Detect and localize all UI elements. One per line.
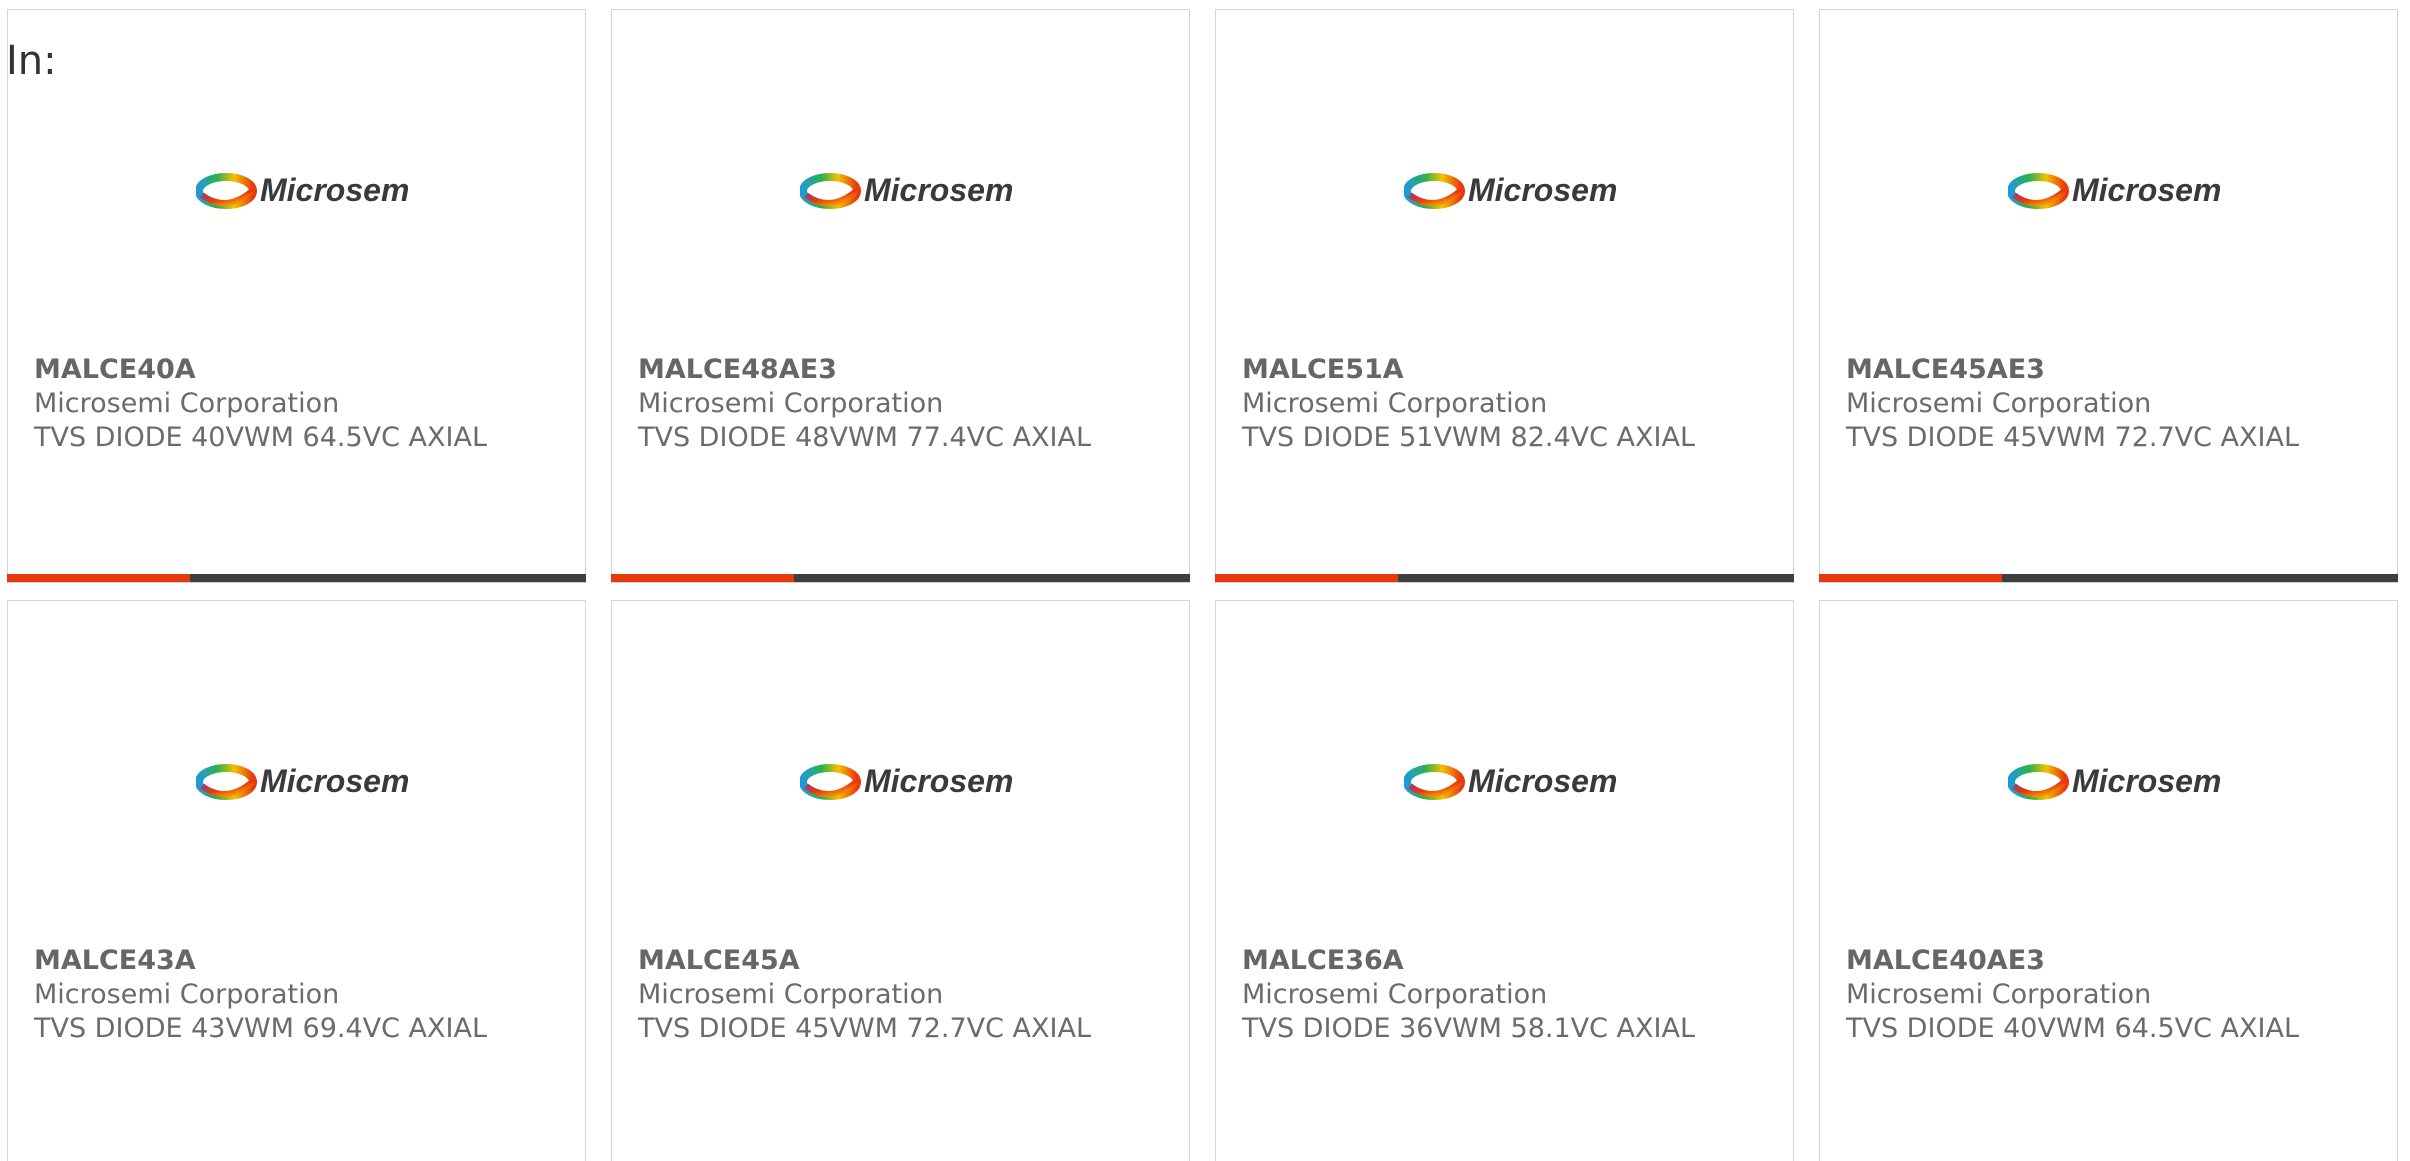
card-bottom-bar	[7, 574, 586, 582]
manufacturer-name: Microsemi Corporation	[638, 388, 944, 419]
microsemi-logo: Microsemi	[2008, 763, 2220, 800]
product-info: MALCE51A Microsemi Corporation TVS DIODE 5…	[1242, 353, 1783, 455]
svg-text:Microsemi: Microsemi	[260, 763, 408, 799]
product-card[interactable]: Microsemi MALCE40A Microsemi Corporation TV…	[7, 9, 586, 583]
product-card[interactable]: Microsemi MALCE43A Microsemi Corporation TV…	[7, 600, 586, 1161]
part-number[interactable]: MALCE51A	[1242, 353, 1783, 387]
svg-text:Microsemi: Microsemi	[1468, 763, 1616, 799]
product-card[interactable]: Microsemi MALCE51A Microsemi Corporation TV…	[1215, 9, 1794, 583]
svg-text:Microsemi: Microsemi	[864, 763, 1012, 799]
manufacturer-name: Microsemi Corporation	[34, 979, 340, 1010]
part-number[interactable]: MALCE40AE3	[1846, 944, 2387, 978]
manufacturer-name: Microsemi Corporation	[1846, 979, 2152, 1010]
svg-text:Microsemi: Microsemi	[2072, 763, 2220, 799]
microsemi-logo: Microsemi	[2008, 172, 2220, 209]
microsemi-logo: Microsemi	[800, 763, 1012, 800]
card-accent-bar	[611, 574, 794, 582]
product-card[interactable]: Microsemi MALCE45AE3 Microsemi Corporation…	[1819, 9, 2398, 583]
svg-text:Microsemi: Microsemi	[260, 172, 408, 208]
microsemi-logo: Microsemi	[196, 763, 408, 800]
product-info: MALCE40A Microsemi Corporation TVS DIODE 4…	[34, 353, 575, 455]
product-info: MALCE48AE3 Microsemi Corporation TVS DIODE…	[638, 353, 1179, 455]
product-description: TVS DIODE 40VWM 64.5VC AXIAL	[34, 422, 487, 453]
card-bottom-bar	[611, 574, 1190, 582]
manufacturer-name: Microsemi Corporation	[34, 388, 340, 419]
part-number[interactable]: MALCE43A	[34, 944, 575, 978]
microsemi-logo: Microsemi	[196, 172, 408, 209]
part-number[interactable]: MALCE45A	[638, 944, 1179, 978]
card-accent-bar	[1819, 574, 2002, 582]
svg-text:Microsemi: Microsemi	[1468, 172, 1616, 208]
product-grid: Microsemi MALCE40A Microsemi Corporation TV…	[7, 9, 2398, 1161]
microsemi-logo: Microsemi	[800, 172, 1012, 209]
product-info: MALCE36A Microsemi Corporation TVS DIODE 3…	[1242, 944, 1783, 1046]
product-info: MALCE45AE3 Microsemi Corporation TVS DIODE…	[1846, 353, 2387, 455]
product-description: TVS DIODE 48VWM 77.4VC AXIAL	[638, 422, 1091, 453]
part-number[interactable]: MALCE45AE3	[1846, 353, 2387, 387]
microsemi-logo: Microsemi	[1404, 172, 1616, 209]
part-number[interactable]: MALCE40A	[34, 353, 575, 387]
card-bottom-bar	[1215, 574, 1794, 582]
product-description: TVS DIODE 45VWM 72.7VC AXIAL	[1846, 422, 2299, 453]
product-listing-page: In: Microsemi MALCE40A Microsemi Corporati…	[0, 0, 2410, 1161]
manufacturer-name: Microsemi Corporation	[1242, 388, 1548, 419]
part-number[interactable]: MALCE36A	[1242, 944, 1783, 978]
manufacturer-name: Microsemi Corporation	[1846, 388, 2152, 419]
svg-text:Microsemi: Microsemi	[864, 172, 1012, 208]
product-card[interactable]: Microsemi MALCE40AE3 Microsemi Corporation…	[1819, 600, 2398, 1161]
product-card[interactable]: Microsemi MALCE36A Microsemi Corporation TV…	[1215, 600, 1794, 1161]
manufacturer-name: Microsemi Corporation	[1242, 979, 1548, 1010]
product-description: TVS DIODE 51VWM 82.4VC AXIAL	[1242, 422, 1695, 453]
filter-label: In:	[6, 38, 57, 84]
product-info: MALCE45A Microsemi Corporation TVS DIODE 4…	[638, 944, 1179, 1046]
part-number[interactable]: MALCE48AE3	[638, 353, 1179, 387]
manufacturer-name: Microsemi Corporation	[638, 979, 944, 1010]
product-info: MALCE43A Microsemi Corporation TVS DIODE 4…	[34, 944, 575, 1046]
svg-text:Microsemi: Microsemi	[2072, 172, 2220, 208]
product-description: TVS DIODE 40VWM 64.5VC AXIAL	[1846, 1013, 2299, 1044]
product-description: TVS DIODE 36VWM 58.1VC AXIAL	[1242, 1013, 1695, 1044]
product-info: MALCE40AE3 Microsemi Corporation TVS DIODE…	[1846, 944, 2387, 1046]
product-description: TVS DIODE 45VWM 72.7VC AXIAL	[638, 1013, 1091, 1044]
card-accent-bar	[7, 574, 190, 582]
product-card[interactable]: Microsemi MALCE48AE3 Microsemi Corporation…	[611, 9, 1190, 583]
product-description: TVS DIODE 43VWM 69.4VC AXIAL	[34, 1013, 487, 1044]
microsemi-logo: Microsemi	[1404, 763, 1616, 800]
card-accent-bar	[1215, 574, 1398, 582]
card-bottom-bar	[1819, 574, 2398, 582]
product-card[interactable]: Microsemi MALCE45A Microsemi Corporation TV…	[611, 600, 1190, 1161]
